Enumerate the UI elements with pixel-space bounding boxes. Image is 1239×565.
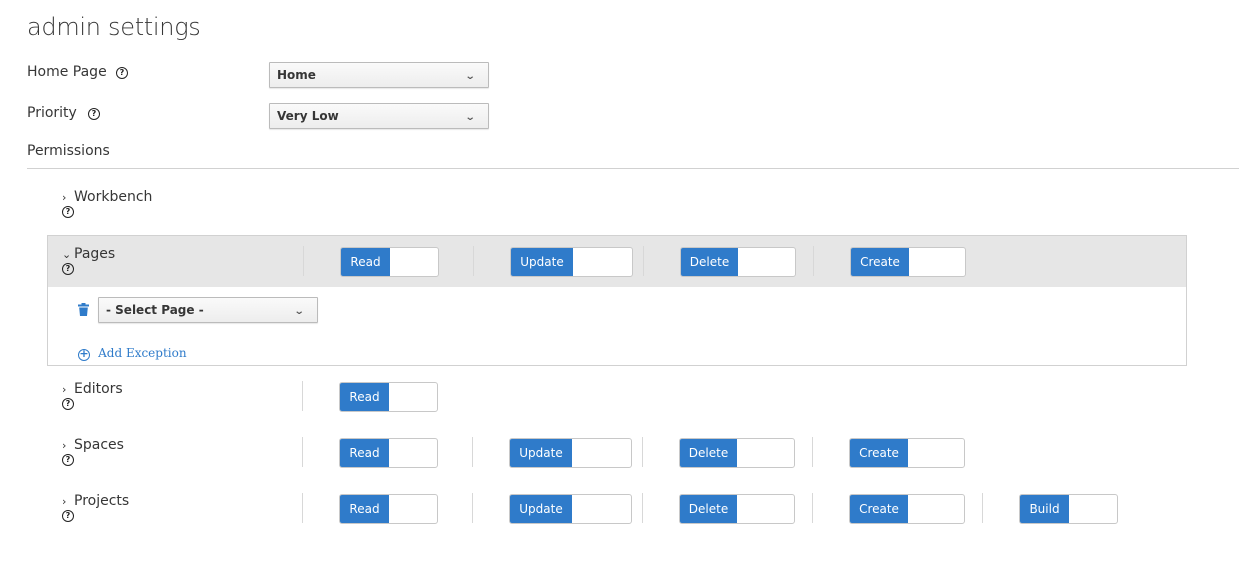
editors-read-toggle[interactable]: Read: [339, 382, 438, 412]
projects-delete-toggle[interactable]: Delete: [679, 494, 795, 524]
column-separator: [812, 437, 813, 467]
toggle-label: Update: [511, 248, 573, 276]
toggle-label: Create: [850, 495, 908, 523]
toggle-label: Delete: [680, 495, 737, 523]
toggle-label: Update: [510, 495, 572, 523]
column-separator: [813, 246, 814, 276]
page-title: admin settings: [27, 13, 201, 41]
column-separator: [642, 437, 643, 467]
help-icon[interactable]: ?: [62, 454, 74, 466]
chevron-right-icon: ›: [62, 495, 67, 508]
spaces-update-toggle[interactable]: Update: [509, 438, 632, 468]
section-editors-header[interactable]: › Editors: [62, 381, 123, 397]
column-separator: [302, 381, 303, 411]
column-separator: [472, 437, 473, 467]
column-separator: [643, 246, 644, 276]
column-separator: [812, 493, 813, 523]
pages-create-toggle[interactable]: Create: [850, 247, 966, 277]
toggle-label: Read: [340, 439, 389, 467]
priority-value: Very Low: [277, 109, 339, 123]
column-separator: [472, 493, 473, 523]
toggle-label: Delete: [681, 248, 738, 276]
toggle-label: Build: [1020, 495, 1069, 523]
priority-label: Priority: [27, 105, 77, 121]
toggle-label: Read: [340, 495, 389, 523]
column-separator: [303, 246, 304, 276]
column-separator: [302, 493, 303, 523]
home-page-value: Home: [277, 68, 316, 82]
divider: [27, 168, 1239, 169]
chevron-down-icon: ⌄: [293, 306, 305, 317]
spaces-read-toggle[interactable]: Read: [339, 438, 438, 468]
section-name: Pages: [74, 246, 116, 262]
pages-delete-toggle[interactable]: Delete: [680, 247, 796, 277]
column-separator: [642, 493, 643, 523]
add-exception-link[interactable]: + Add Exception: [78, 342, 187, 361]
section-projects-header[interactable]: › Projects: [62, 493, 129, 509]
toggle-label: Read: [341, 248, 390, 276]
chevron-down-icon: ⌄: [62, 248, 72, 261]
projects-build-toggle[interactable]: Build: [1019, 494, 1118, 524]
chevron-right-icon: ›: [62, 439, 67, 452]
toggle-label: Create: [851, 248, 909, 276]
help-icon[interactable]: ?: [62, 206, 74, 218]
spaces-delete-toggle[interactable]: Delete: [679, 438, 795, 468]
section-name: Workbench: [74, 189, 153, 205]
plus-circle-icon: +: [78, 347, 90, 361]
projects-update-toggle[interactable]: Update: [509, 494, 632, 524]
help-icon[interactable]: ?: [62, 510, 74, 522]
select-page-dropdown[interactable]: - Select Page - ⌄: [98, 297, 318, 323]
pages-update-toggle[interactable]: Update: [510, 247, 633, 277]
toggle-label: Update: [510, 439, 572, 467]
section-pages-header[interactable]: ⌄ Pages: [62, 246, 115, 262]
toggle-label: Delete: [680, 439, 737, 467]
help-icon[interactable]: ?: [88, 108, 100, 120]
chevron-right-icon: ›: [62, 383, 67, 396]
section-spaces-header[interactable]: › Spaces: [62, 437, 124, 453]
add-exception-label: Add Exception: [98, 346, 187, 360]
pages-read-toggle[interactable]: Read: [340, 247, 439, 277]
toggle-label: Read: [340, 383, 389, 411]
projects-read-toggle[interactable]: Read: [339, 494, 438, 524]
help-icon[interactable]: ?: [62, 263, 74, 275]
section-name: Editors: [74, 381, 123, 397]
help-icon[interactable]: ?: [116, 67, 128, 79]
trash-icon[interactable]: [78, 301, 89, 316]
column-separator: [473, 246, 474, 276]
column-separator: [302, 437, 303, 467]
toggle-label: Create: [850, 439, 908, 467]
help-icon[interactable]: ?: [62, 398, 74, 410]
projects-create-toggle[interactable]: Create: [849, 494, 965, 524]
home-page-label: Home Page: [27, 64, 107, 80]
chevron-down-icon: ⌄: [464, 71, 476, 82]
home-page-select[interactable]: Home ⌄: [269, 62, 489, 88]
column-separator: [982, 493, 983, 523]
section-name: Spaces: [74, 437, 124, 453]
priority-select[interactable]: Very Low ⌄: [269, 103, 489, 129]
chevron-down-icon: ⌄: [464, 112, 476, 123]
chevron-right-icon: ›: [62, 191, 67, 204]
spaces-create-toggle[interactable]: Create: [849, 438, 965, 468]
select-page-value: - Select Page -: [106, 303, 204, 317]
section-workbench-header[interactable]: › Workbench: [62, 189, 152, 205]
permissions-label: Permissions: [27, 143, 110, 159]
section-name: Projects: [74, 493, 130, 509]
